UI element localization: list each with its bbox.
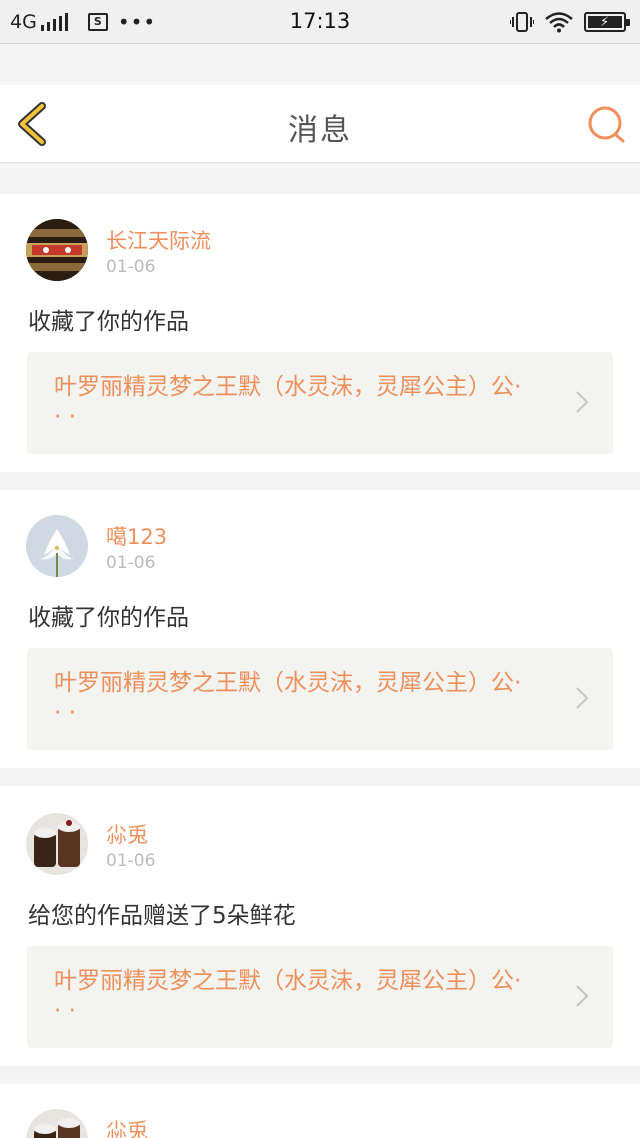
vibrate-icon (510, 12, 534, 32)
message-card: 长江天际流 01-06 收藏了你的作品 叶罗丽精灵梦之王默（水灵沫，灵犀公主）公… (0, 194, 640, 472)
message-card: 尛兎 01-06 给您的作品赠送了5朵鲜花 叶罗丽精灵梦之王默（水灵沫，灵犀公主… (0, 786, 640, 1066)
chevron-right-icon (576, 687, 589, 709)
chevron-right-icon (576, 391, 589, 413)
avatar[interactable] (26, 515, 88, 577)
username[interactable]: 尛兎 (106, 819, 148, 849)
message-action: 收藏了你的作品 (28, 605, 189, 631)
message-card: 尛兎 (0, 1084, 640, 1138)
message-action: 给您的作品赠送了5朵鲜花 (28, 903, 296, 929)
page-title: 消息 (288, 113, 352, 148)
avatar[interactable] (26, 813, 88, 875)
avatar[interactable] (26, 219, 88, 281)
message-date: 01-06 (106, 257, 156, 277)
work-title: 叶罗丽精灵梦之王默（水灵沫，灵犀公主）公· · · (54, 968, 522, 1024)
username[interactable]: 长江天际流 (106, 225, 211, 255)
message-date: 01-06 (106, 851, 156, 871)
status-right: ⚡ (510, 10, 630, 34)
chevron-right-icon (576, 985, 589, 1007)
username[interactable]: 噶123 (106, 521, 167, 551)
search-icon[interactable] (586, 104, 626, 144)
wifi-icon (545, 12, 573, 33)
work-link[interactable]: 叶罗丽精灵梦之王默（水灵沫，灵犀公主）公· · · (27, 352, 613, 454)
work-title: 叶罗丽精灵梦之王默（水灵沫，灵犀公主）公· · · (54, 374, 522, 430)
avatar[interactable] (26, 1109, 88, 1138)
status-bar: 4G S ••• 17:13 ⚡ (0, 0, 640, 44)
work-link[interactable]: 叶罗丽精灵梦之王默（水灵沫，灵犀公主）公· · · (27, 946, 613, 1048)
message-date: 01-06 (106, 553, 156, 573)
battery-icon: ⚡ (584, 12, 630, 32)
message-card: 噶123 01-06 收藏了你的作品 叶罗丽精灵梦之王默（水灵沫，灵犀公主）公·… (0, 490, 640, 768)
message-action: 收藏了你的作品 (28, 309, 189, 335)
username[interactable]: 尛兎 (106, 1115, 148, 1138)
nav-bar: 消息 (0, 85, 640, 163)
work-title: 叶罗丽精灵梦之王默（水灵沫，灵犀公主）公· · · (54, 670, 522, 726)
work-link[interactable]: 叶罗丽精灵梦之王默（水灵沫，灵犀公主）公· · · (27, 648, 613, 750)
